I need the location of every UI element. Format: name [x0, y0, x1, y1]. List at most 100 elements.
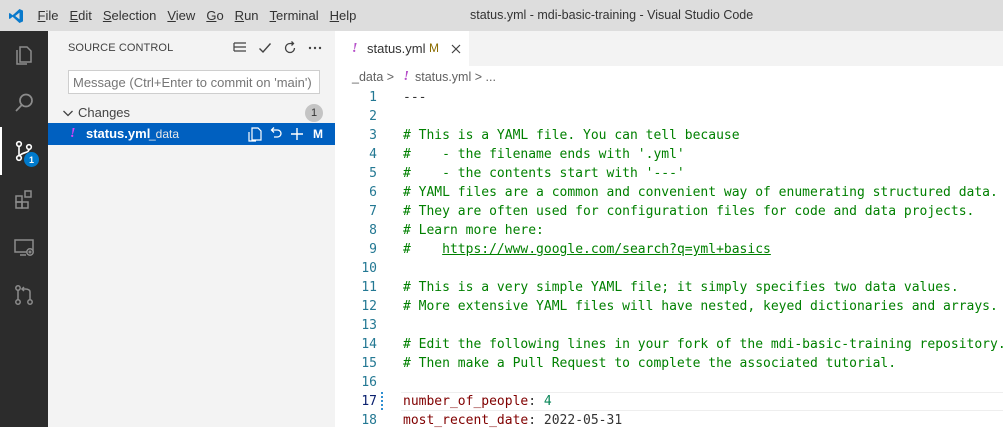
comment-link[interactable]: https://www.google.com/search?q=yml+basi… [442, 242, 771, 257]
comment-text: # Learn more here: [403, 223, 544, 238]
code-line[interactable]: 14 # Edit the following lines in your for… [335, 335, 1003, 354]
yaml-key: number_of_people [403, 394, 529, 409]
code-editor[interactable]: 1 --- 2 3 # This is a YAML file. You can tel… [335, 88, 1003, 430]
code-line[interactable]: 13 [335, 316, 1003, 335]
code-line[interactable]: 1 --- [335, 88, 1003, 107]
line-number: 16 [361, 375, 377, 390]
code-line[interactable]: 9 # https://www.google.com/search?q=yml+b… [335, 240, 1003, 259]
line-text: # - the filename ends with '.yml' [403, 145, 685, 164]
changes-group-header[interactable]: Changes 1 [48, 102, 335, 124]
view-as-tree-icon[interactable] [231, 40, 248, 57]
changed-file-dir: _data [149, 127, 180, 141]
code-line[interactable]: 7 # They are often used for configuration… [335, 202, 1003, 221]
line-number: 5 [369, 166, 377, 181]
line-text: # Edit the following lines in your fork … [403, 335, 1003, 354]
line-number: 14 [361, 337, 377, 352]
panel-actions [231, 31, 323, 65]
code-line[interactable]: 12 # More extensive YAML files will have … [335, 297, 1003, 316]
breadcrumb-folder[interactable]: _data [352, 70, 383, 84]
gutter-modified-indicator [381, 392, 383, 411]
tab-label: status.yml [367, 41, 426, 56]
menu-bar: File Edit Selection View Go Run Terminal Help [32, 0, 362, 31]
explorer-icon[interactable] [0, 31, 48, 79]
code-text: --- [403, 90, 427, 105]
breadcrumb-file[interactable]: status.yml [415, 70, 471, 84]
changed-file-row[interactable]: ! status.yml _data M [48, 123, 335, 145]
tab-status-yml[interactable]: ! status.yml M [335, 31, 469, 66]
close-icon[interactable] [448, 41, 464, 57]
discard-changes-icon[interactable] [267, 125, 284, 142]
editor-tabs: ! status.yml M [335, 31, 1003, 66]
menu-item[interactable]: Run [229, 0, 264, 31]
comment-text: # - the contents start with '---' [403, 166, 685, 181]
breadcrumb: _data > ! status.yml > ... [335, 66, 1003, 88]
line-number: 13 [361, 318, 377, 333]
comment-text: # This is a YAML file. You can tell beca… [403, 128, 740, 143]
activity-bar: 1 [0, 31, 48, 427]
code-line[interactable]: 6 # YAML files are a common and convenien… [335, 183, 1003, 202]
line-text: # More extensive YAML files will have ne… [403, 297, 998, 316]
menu-item[interactable]: View [162, 0, 201, 31]
line-number: 17 [361, 394, 377, 409]
menu-item[interactable]: Go [201, 0, 229, 31]
breadcrumb-tail[interactable]: > ... [471, 70, 496, 84]
yaml-key: most_recent_date [403, 413, 529, 428]
line-text: # Then make a Pull Request to complete t… [403, 354, 896, 373]
pull-requests-icon[interactable] [0, 271, 48, 319]
code-line[interactable]: 4 # - the filename ends with '.yml' [335, 145, 1003, 164]
code-line[interactable]: 8 # Learn more here: [335, 221, 1003, 240]
code-line[interactable]: 3 # This is a YAML file. You can tell bec… [335, 126, 1003, 145]
menu-item[interactable]: Terminal [264, 0, 324, 31]
breadcrumb-separator: > [383, 70, 398, 84]
line-text: # - the contents start with '---' [403, 164, 685, 183]
code-line[interactable]: 18 most_recent_date: 2022-05-31 [335, 411, 1003, 430]
line-number: 7 [369, 204, 377, 219]
line-text: most_recent_date: 2022-05-31 [403, 411, 622, 430]
comment-text: # They are often used for configuration … [403, 204, 975, 219]
line-text: # This is a YAML file. You can tell beca… [403, 126, 740, 145]
line-number: 6 [369, 185, 377, 200]
line-number: 10 [361, 261, 377, 276]
commit-check-icon[interactable] [256, 40, 273, 57]
extensions-icon[interactable] [0, 175, 48, 223]
line-number: 15 [361, 356, 377, 371]
commit-message-input[interactable] [68, 70, 320, 94]
line-text: # YAML files are a common and convenient… [403, 183, 998, 202]
comment-text: # - the filename ends with '.yml' [403, 147, 685, 162]
open-file-icon[interactable] [246, 125, 263, 142]
comment-text: # Edit the following lines in your fork … [403, 337, 1003, 352]
menu-item[interactable]: File [32, 0, 64, 31]
menu-item[interactable]: Selection [97, 0, 161, 31]
line-number: 3 [369, 128, 377, 143]
search-icon[interactable] [0, 79, 48, 127]
line-number: 11 [361, 280, 377, 295]
code-line[interactable]: 16 [335, 373, 1003, 392]
code-line[interactable]: 15 # Then make a Pull Request to complete… [335, 354, 1003, 373]
chevron-down-icon [60, 105, 76, 125]
yaml-file-icon: ! [352, 41, 358, 56]
remote-explorer-icon[interactable] [0, 223, 48, 271]
code-line[interactable]: 17 number_of_people: 4 [335, 392, 1003, 411]
changed-file-name: status.yml [86, 126, 151, 141]
menu-item[interactable]: Help [324, 0, 362, 31]
code-line[interactable]: 11 # This is a very simple YAML file; it … [335, 278, 1003, 297]
code-line[interactable]: 2 [335, 107, 1003, 126]
file-status-badge: M [313, 127, 323, 141]
code-line[interactable]: 5 # - the contents start with '---' [335, 164, 1003, 183]
source-control-panel: SOURCE CONTROL Chan [48, 31, 335, 427]
line-text: # https://www.google.com/search?q=yml+ba… [403, 240, 771, 259]
menu-item[interactable]: Edit [64, 0, 97, 31]
more-actions-icon[interactable] [306, 40, 323, 57]
stage-changes-icon[interactable] [288, 125, 305, 142]
refresh-icon[interactable] [281, 40, 298, 57]
line-number: 1 [369, 90, 377, 105]
yaml-value: 2022-05-31 [543, 413, 623, 428]
yaml-file-icon: ! [403, 69, 409, 84]
line-text: # They are often used for configuration … [403, 202, 974, 221]
source-control-icon[interactable]: 1 [0, 127, 48, 175]
yaml-colon: : [528, 394, 544, 409]
yaml-colon: : [528, 413, 544, 428]
scm-badge: 1 [24, 152, 39, 167]
code-line[interactable]: 10 [335, 259, 1003, 278]
line-number: 18 [361, 413, 377, 428]
